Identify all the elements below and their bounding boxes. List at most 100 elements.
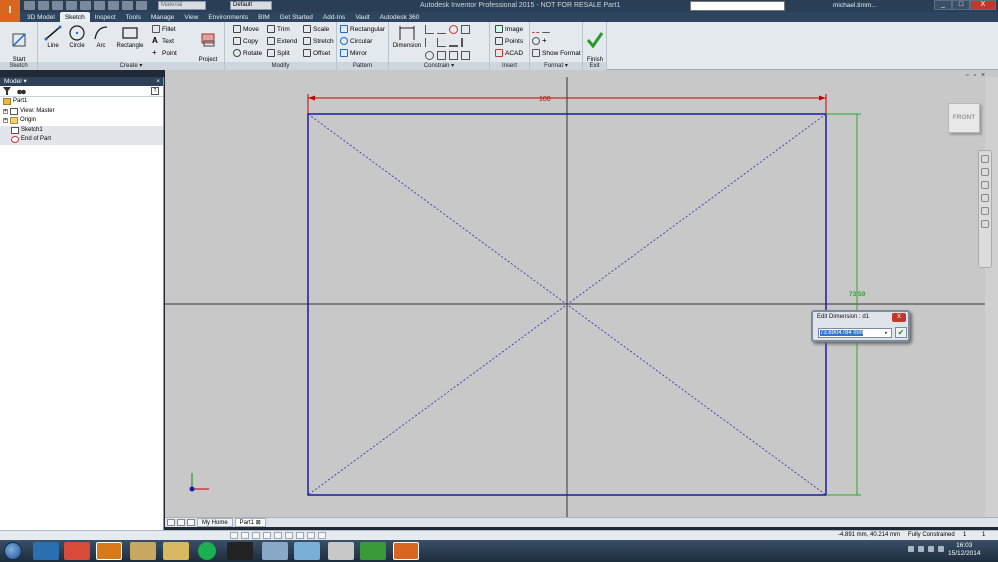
filter-icon[interactable]	[3, 87, 11, 95]
snipping-tool-icon[interactable]	[328, 542, 354, 560]
explorer-icon[interactable]	[130, 542, 156, 560]
horizontal-constraint-icon[interactable]	[449, 38, 458, 47]
user-account[interactable]: michael.timm...	[833, 2, 877, 9]
tab-autodesk-360[interactable]: Autodesk 360	[375, 12, 425, 22]
status-tool-3-icon[interactable]	[252, 532, 260, 539]
select-icon[interactable]	[108, 1, 119, 10]
status-tool-5-icon[interactable]	[274, 532, 282, 539]
evernote-icon[interactable]	[360, 542, 386, 560]
tile-horizontal-icon[interactable]	[167, 519, 175, 526]
spotify-icon[interactable]	[198, 542, 216, 560]
tab-my-home[interactable]: My Home	[197, 518, 233, 527]
tab-manage[interactable]: Manage	[146, 12, 180, 22]
circle-button[interactable]: Circle	[66, 24, 88, 50]
tab-vault[interactable]: Vault	[350, 12, 374, 22]
sketch-canvas[interactable]: 100 73.59	[165, 77, 985, 517]
tree-item-origin[interactable]: + Origin	[0, 116, 163, 126]
extend-button[interactable]: Extend	[267, 36, 297, 46]
acad-button[interactable]: ACAD	[495, 48, 523, 58]
scale-button[interactable]: Scale	[303, 24, 329, 34]
expand-icon[interactable]: +	[3, 108, 8, 114]
tab-part1[interactable]: Part1 ⊠	[234, 518, 266, 527]
trim-button[interactable]: Trim	[267, 24, 290, 34]
rotate-button[interactable]: Rotate	[233, 48, 262, 58]
copy-button[interactable]: Copy	[233, 36, 258, 46]
redo-icon[interactable]	[80, 1, 91, 10]
offset-button[interactable]: Offset	[303, 48, 330, 58]
browser-close-button[interactable]: ×	[156, 77, 160, 86]
vertical-constraint-icon[interactable]	[461, 38, 470, 47]
perpendicular-constraint-icon[interactable]	[437, 38, 446, 47]
tree-item-part1[interactable]: Part1	[0, 97, 163, 107]
view-face-icon[interactable]	[981, 207, 989, 215]
smooth-constraint-icon[interactable]	[437, 51, 446, 60]
center-point-button[interactable]: +	[532, 36, 550, 46]
minimize-button[interactable]: _	[934, 0, 952, 10]
tile-vertical-icon[interactable]	[177, 519, 185, 526]
open-icon[interactable]	[38, 1, 49, 10]
symmetric-constraint-icon[interactable]	[449, 51, 458, 60]
height-dimension-value[interactable]: 73.59	[849, 291, 866, 298]
look-at-icon[interactable]	[981, 220, 989, 228]
properties-icon[interactable]	[136, 1, 147, 10]
save-icon[interactable]	[52, 1, 63, 10]
coincident-constraint-icon[interactable]	[425, 25, 434, 34]
viewcube[interactable]: FRONT	[948, 103, 980, 133]
tray-volume-icon[interactable]	[938, 546, 944, 552]
orbit-icon[interactable]	[981, 194, 989, 202]
dimension-value-input[interactable]: 73.6904784 mm	[818, 328, 892, 338]
app-icon[interactable]	[294, 542, 320, 560]
chrome-icon[interactable]	[64, 542, 90, 560]
width-dimension-value[interactable]: 100	[539, 96, 551, 103]
pan-icon[interactable]	[981, 168, 989, 176]
graphics-window[interactable]: 100 73.59	[165, 77, 985, 517]
start-button[interactable]	[4, 542, 22, 560]
tray-flag-icon[interactable]	[918, 546, 924, 552]
outlook-icon[interactable]	[96, 542, 122, 560]
edit-dimension-close-button[interactable]: X	[892, 313, 906, 322]
tray-arrow-icon[interactable]	[908, 546, 914, 552]
status-tool-6-icon[interactable]	[285, 532, 293, 539]
browser-header[interactable]: Model ▾ ×	[0, 77, 163, 86]
material-select[interactable]: Material	[158, 1, 206, 10]
update-icon[interactable]	[122, 1, 133, 10]
expand-icon[interactable]: +	[3, 118, 8, 124]
status-tool-4-icon[interactable]	[263, 532, 271, 539]
tab-get-started[interactable]: Get Started	[275, 12, 318, 22]
points-button[interactable]: Points	[495, 36, 523, 46]
sonos-icon[interactable]	[227, 542, 253, 560]
point-button[interactable]: + Point	[152, 48, 177, 58]
taskbar-clock[interactable]: 16:03 15/12/2014	[948, 542, 981, 558]
mirror-button[interactable]: Mirror	[340, 48, 367, 58]
tab-bim[interactable]: BIM	[253, 12, 275, 22]
tab-close-icon[interactable]: ⊠	[256, 520, 261, 526]
split-button[interactable]: Split	[267, 48, 290, 58]
status-tool-2-icon[interactable]	[241, 532, 249, 539]
tab-add-ins[interactable]: Add-Ins	[318, 12, 350, 22]
stretch-button[interactable]: Stretch	[303, 36, 334, 46]
tab-tools[interactable]: Tools	[121, 12, 146, 22]
application-menu-button[interactable]: I	[0, 0, 20, 24]
new-icon[interactable]	[24, 1, 35, 10]
equal-constraint-icon[interactable]	[461, 51, 470, 60]
undo-icon[interactable]	[66, 1, 77, 10]
inventor-icon[interactable]	[393, 542, 419, 560]
cascade-icon[interactable]	[187, 519, 195, 526]
circular-pattern-button[interactable]: Circular	[340, 36, 372, 46]
help-search-input[interactable]	[690, 1, 785, 11]
accept-dimension-button[interactable]: ✔	[895, 327, 907, 338]
tab-3d-model[interactable]: 3D Model	[22, 12, 60, 22]
line-button[interactable]: Line	[42, 24, 64, 50]
rectangular-pattern-button[interactable]: Rectangular	[340, 24, 385, 34]
tab-environments[interactable]: Environments	[203, 12, 253, 22]
construction-button[interactable]	[532, 24, 550, 34]
dimension-button[interactable]: Dimension	[391, 24, 423, 50]
tray-network-icon[interactable]	[928, 546, 934, 552]
help-icon[interactable]: ?	[151, 87, 159, 95]
tangent-constraint-icon[interactable]	[425, 51, 434, 60]
tree-item-view-master[interactable]: + View: Master	[0, 107, 163, 117]
paint-icon[interactable]	[262, 542, 288, 560]
internet-explorer-icon[interactable]	[33, 542, 59, 560]
close-button[interactable]: X	[970, 0, 996, 10]
restore-button[interactable]: □	[952, 0, 970, 10]
